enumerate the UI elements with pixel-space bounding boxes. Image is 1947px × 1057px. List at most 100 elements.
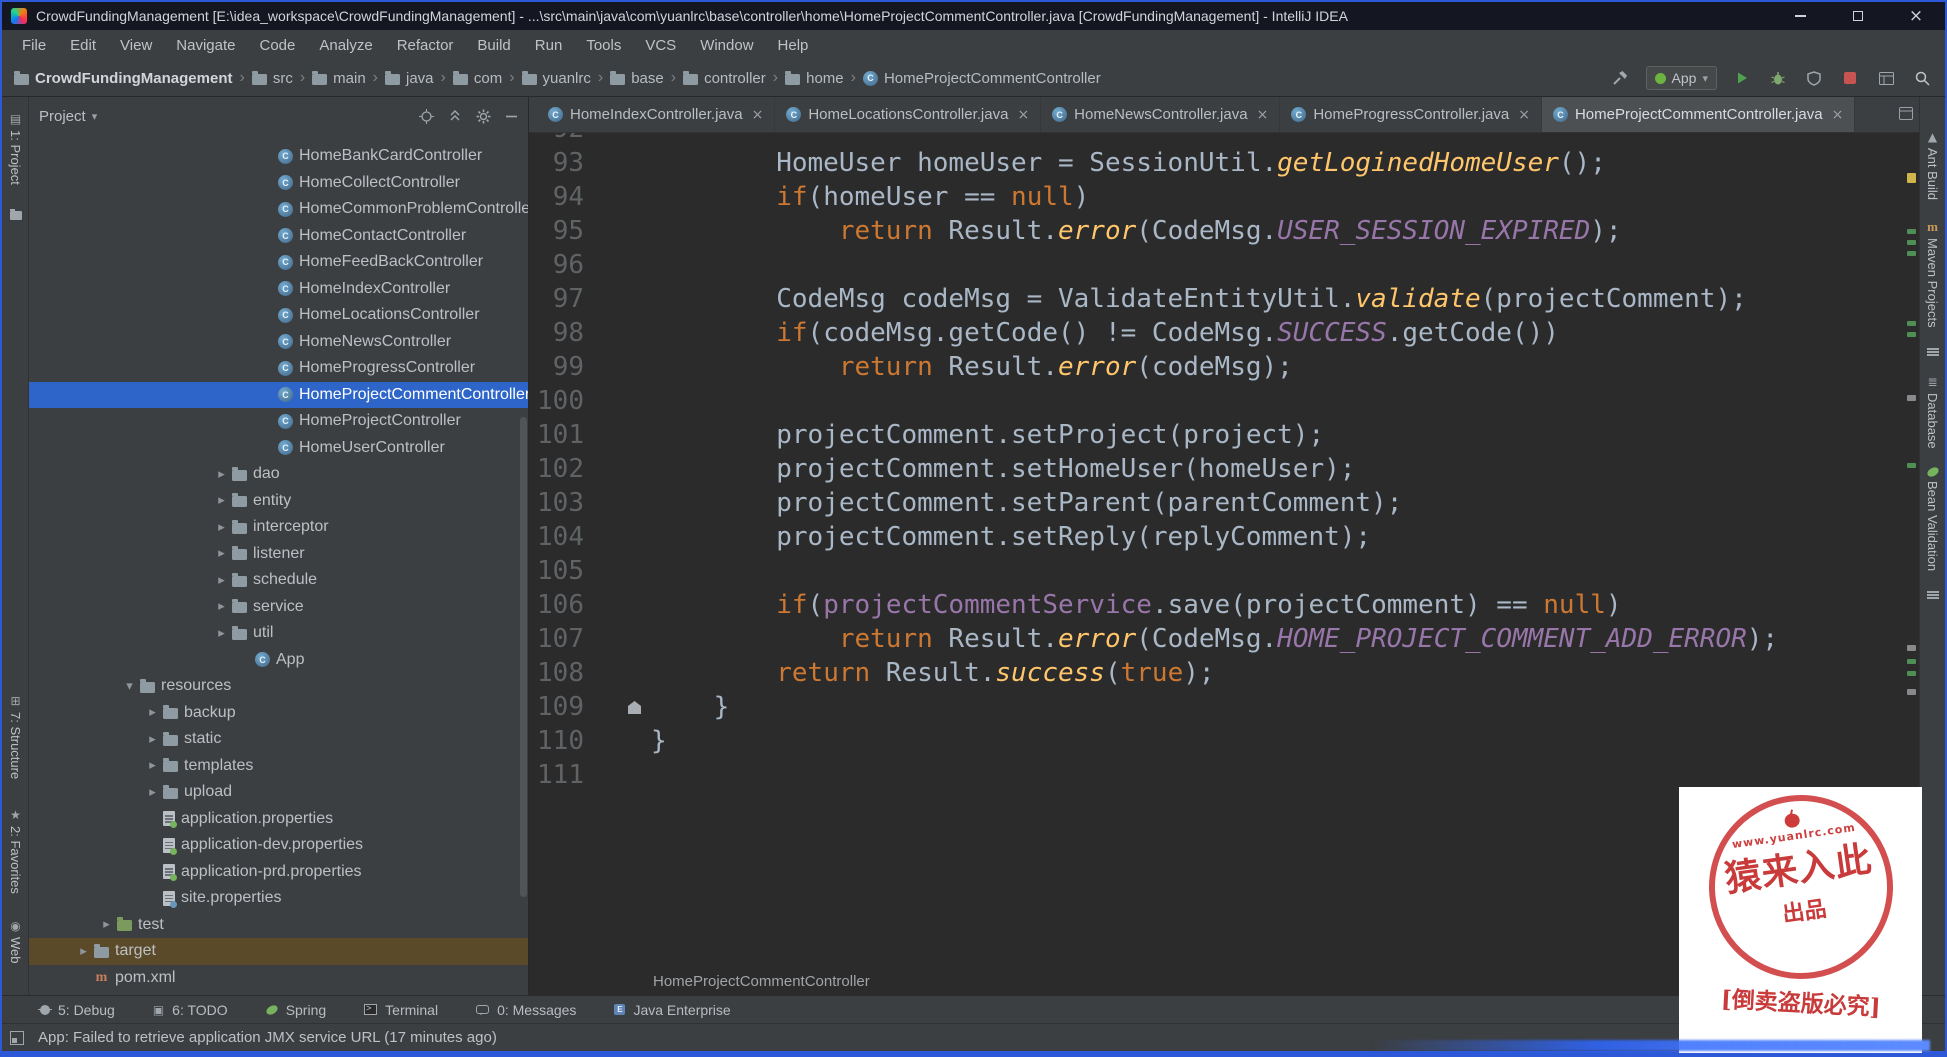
line-number[interactable]: 107 [529, 622, 584, 656]
code-line-108[interactable]: 108 return Result.success(true); [529, 656, 1919, 690]
project-tree-scrollbar[interactable] [520, 417, 527, 897]
menu-navigate[interactable]: Navigate [164, 37, 247, 54]
tool-stripe-button-ant-build[interactable]: ▲ Ant Build [1925, 131, 1940, 200]
tree-item-backup[interactable]: ▸ backup [29, 700, 528, 727]
close-tab-icon[interactable]: × [1832, 107, 1844, 123]
menu-build[interactable]: Build [465, 37, 522, 54]
expand-arrow-icon[interactable]: ▸ [142, 758, 163, 773]
tool-window-button-terminal[interactable]: Terminal [364, 1002, 438, 1018]
tab-homeindexcontroller-java[interactable]: HomeIndexController.java × [537, 97, 776, 132]
tool-stripe-button-2-favorites[interactable]: ★ 2: Favorites [8, 809, 23, 894]
tool-window-button-5-debug[interactable]: 5: Debug [38, 1002, 115, 1018]
tree-item-homeindexcontroller[interactable]: HomeIndexController [29, 276, 528, 303]
breadcrumb-class-name[interactable]: HomeProjectCommentController [653, 973, 870, 990]
code-line-103[interactable]: 103 projectComment.setParent(parentComme… [529, 486, 1919, 520]
menu-run[interactable]: Run [523, 37, 575, 54]
expand-arrow-icon[interactable]: ▸ [211, 493, 232, 508]
breadcrumb-item-java[interactable]: java [385, 70, 434, 87]
tab-options-button[interactable] [1899, 107, 1913, 125]
tree-item-listener[interactable]: ▸ listener [29, 541, 528, 568]
tree-item-templates[interactable]: ▸ templates [29, 753, 528, 780]
breadcrumb-item-com[interactable]: com [452, 70, 502, 87]
breadcrumb-item-homeprojectcommentcontroller[interactable]: HomeProjectCommentController [862, 70, 1101, 87]
code-line-95[interactable]: 95 return Result.error(CodeMsg.USER_SESS… [529, 214, 1919, 248]
line-number[interactable]: 93 [529, 146, 584, 180]
line-number[interactable]: 95 [529, 214, 584, 248]
tab-homelocationscontroller-java[interactable]: HomeLocationsController.java × [775, 97, 1042, 132]
tool-stripe-button-database[interactable]: ≣ Database [1925, 376, 1940, 449]
tree-item-application-dev-properties[interactable]: application-dev.properties [29, 832, 528, 859]
close-tab-icon[interactable]: × [1257, 107, 1269, 123]
line-number[interactable]: 98 [529, 316, 584, 350]
tree-item-homecommonproblemcontroller[interactable]: HomeCommonProblemController [29, 196, 528, 223]
menu-vcs[interactable]: VCS [633, 37, 688, 54]
tool-stripe-button-bean-validation[interactable]: Bean Validation [1925, 465, 1940, 571]
tree-item-homeprojectcommentcontroller[interactable]: HomeProjectCommentController [29, 381, 528, 408]
line-number[interactable]: 101 [529, 418, 584, 452]
expand-arrow-icon[interactable]: ▸ [96, 917, 117, 932]
run-button[interactable] [1731, 67, 1753, 89]
tree-item-homelocationscontroller[interactable]: HomeLocationsController [29, 302, 528, 329]
tree-item-pom-xml[interactable]: pom.xml [29, 965, 528, 992]
tool-window-button-0-messages[interactable]: 0: Messages [476, 1002, 576, 1018]
line-number[interactable]: 104 [529, 520, 584, 554]
menu-file[interactable]: File [10, 37, 58, 54]
search-everywhere-button[interactable] [1911, 67, 1933, 89]
tree-item-homefeedbackcontroller[interactable]: HomeFeedBackController [29, 249, 528, 276]
tree-item-homenewscontroller[interactable]: HomeNewsController [29, 329, 528, 356]
tree-item-service[interactable]: ▸ service [29, 594, 528, 621]
tree-item-app[interactable]: App [29, 647, 528, 674]
code-line-101[interactable]: 101 projectComment.setProject(project); [529, 418, 1919, 452]
breadcrumb-item-base[interactable]: base [610, 70, 664, 87]
hide-panel-button[interactable] [505, 110, 518, 123]
close-button[interactable]: × [1887, 2, 1945, 30]
expand-arrow-icon[interactable]: ▸ [142, 732, 163, 747]
line-number[interactable]: 109 [529, 690, 584, 724]
expand-arrow-icon[interactable]: ▸ [142, 705, 163, 720]
code-line-107[interactable]: 107 return Result.error(CodeMsg.HOME_PRO… [529, 622, 1919, 656]
line-number[interactable]: 105 [529, 554, 584, 588]
line-number[interactable]: 94 [529, 180, 584, 214]
menu-edit[interactable]: Edit [58, 37, 108, 54]
breadcrumb-item-main[interactable]: main [312, 70, 366, 87]
code-line-105[interactable]: 105 [529, 554, 1919, 588]
minimize-button[interactable] [1771, 2, 1829, 30]
close-tab-icon[interactable]: × [1017, 107, 1029, 123]
line-number[interactable]: 111 [529, 758, 584, 792]
line-number[interactable]: 96 [529, 248, 584, 282]
tool-window-button-java-enterprise[interactable]: E Java Enterprise [614, 1002, 731, 1018]
tool-stripe-button-item[interactable] [9, 208, 22, 220]
tool-stripe-button-web[interactable]: ◉ Web [8, 920, 23, 964]
tab-homenewscontroller-java[interactable]: HomeNewsController.java × [1041, 97, 1281, 132]
tree-item-upload[interactable]: ▸ upload [29, 779, 528, 806]
tree-item-homeusercontroller[interactable]: HomeUserController [29, 435, 528, 462]
breadcrumb-item-controller[interactable]: controller [683, 70, 766, 87]
menu-view[interactable]: View [108, 37, 164, 54]
menu-tools[interactable]: Tools [574, 37, 633, 54]
tree-item-target[interactable]: ▸ target [29, 938, 528, 965]
breadcrumb-item-home[interactable]: home [785, 70, 844, 87]
line-number[interactable]: 92 [529, 133, 584, 146]
run-config-select[interactable]: App ▾ [1645, 66, 1717, 90]
tree-item-entity[interactable]: ▸ entity [29, 488, 528, 515]
tree-item-interceptor[interactable]: ▸ interceptor [29, 514, 528, 541]
breadcrumb-item-yuanlrc[interactable]: yuanlrc [521, 70, 591, 87]
tab-homeprogresscontroller-java[interactable]: HomeProgressController.java × [1280, 97, 1542, 132]
toolwindow-layout-button[interactable] [1875, 67, 1897, 89]
tool-stripe-button-item[interactable] [1926, 591, 1939, 600]
expand-arrow-icon[interactable]: ▸ [142, 785, 163, 800]
expand-arrow-icon[interactable]: ▸ [211, 520, 232, 535]
code-line-104[interactable]: 104 projectComment.setReply(replyComment… [529, 520, 1919, 554]
tool-window-button-6-todo[interactable]: ▣ 6: TODO [153, 1002, 228, 1018]
collapse-all-button[interactable] [448, 109, 462, 123]
breadcrumb-item-src[interactable]: src [251, 70, 293, 87]
code-line-98[interactable]: 98 if(codeMsg.getCode() != CodeMsg.SUCCE… [529, 316, 1919, 350]
tree-item-application-prd-properties[interactable]: application-prd.properties [29, 859, 528, 886]
tree-item-site-properties[interactable]: site.properties [29, 885, 528, 912]
expand-arrow-icon[interactable]: ▸ [73, 944, 94, 959]
stop-button[interactable] [1839, 67, 1861, 89]
debug-button[interactable] [1767, 67, 1789, 89]
code-line-97[interactable]: 97 CodeMsg codeMsg = ValidateEntityUtil.… [529, 282, 1919, 316]
menu-window[interactable]: Window [688, 37, 765, 54]
menu-analyze[interactable]: Analyze [307, 37, 384, 54]
